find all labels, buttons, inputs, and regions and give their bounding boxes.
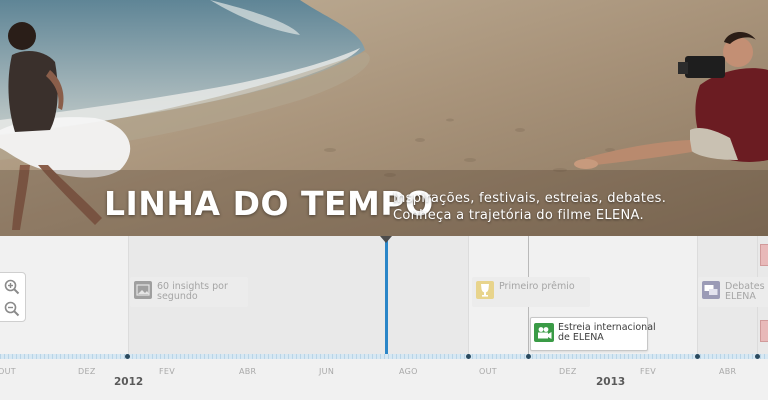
month-label: FEV <box>640 367 657 376</box>
page: LINHA DO TEMPO Inspirações, festivais, e… <box>0 0 768 400</box>
event-label: 60 insights por segundo <box>157 281 228 302</box>
chat-icon <box>702 281 720 299</box>
timeline-event-60-insights[interactable]: 60 insights por segundo <box>130 277 248 307</box>
timeline-axis[interactable] <box>0 354 768 359</box>
timeline-event-offscreen[interactable] <box>760 244 768 266</box>
event-dot <box>695 354 700 359</box>
image-icon <box>134 281 152 299</box>
month-label: OUT <box>479 367 497 376</box>
page-subtitle: Inspirações, festivais, estreias, debate… <box>393 190 666 224</box>
timeline-event-offscreen[interactable] <box>760 320 768 342</box>
timeline-current-position[interactable] <box>385 236 388 356</box>
event-dot <box>125 354 130 359</box>
cursor-tip-icon <box>380 236 392 243</box>
video-camera-icon <box>534 323 554 342</box>
subtitle-line-1: Inspirações, festivais, estreias, debate… <box>393 191 667 206</box>
zoom-out-icon <box>4 301 20 317</box>
page-title: LINHA DO TEMPO <box>104 184 434 223</box>
month-label: DEZ <box>78 367 96 376</box>
zoom-in-button[interactable] <box>3 278 21 296</box>
month-label: AGO <box>399 367 418 376</box>
month-label: OUT <box>0 367 16 376</box>
event-dot <box>466 354 471 359</box>
event-dot <box>755 354 760 359</box>
hero-banner: LINHA DO TEMPO Inspirações, festivais, e… <box>0 0 768 236</box>
trophy-icon <box>476 281 494 299</box>
month-label: JUN <box>319 367 335 376</box>
zoom-in-icon <box>4 279 20 295</box>
timeline[interactable]: 60 insights por segundo Primeiro prêmio D… <box>0 236 768 400</box>
timeline-event-debates[interactable]: Debates aELENA <box>698 277 768 307</box>
month-label: FEV <box>159 367 176 376</box>
subtitle-line-2: Conheça a trajetória do filme ELENA. <box>393 208 644 223</box>
year-divider <box>468 236 469 358</box>
event-label: Debates aELENA <box>725 281 768 302</box>
timeline-event-estreia-internacional[interactable]: Estreia internacional de ELENA <box>530 317 656 351</box>
year-label: 2013 <box>596 376 626 388</box>
event-dot <box>526 354 531 359</box>
year-divider <box>128 236 129 358</box>
event-label: Primeiro prêmio <box>499 281 575 292</box>
month-label: DEZ <box>559 367 577 376</box>
month-label: ABR <box>719 367 737 376</box>
year-label: 2012 <box>114 376 144 388</box>
month-label: ABR <box>239 367 257 376</box>
zoom-controls <box>0 272 26 322</box>
event-label: Estreia internacional de ELENA <box>558 322 656 343</box>
zoom-out-button[interactable] <box>3 300 21 318</box>
timeline-event-primeiro-premio[interactable]: Primeiro prêmio <box>472 277 590 307</box>
